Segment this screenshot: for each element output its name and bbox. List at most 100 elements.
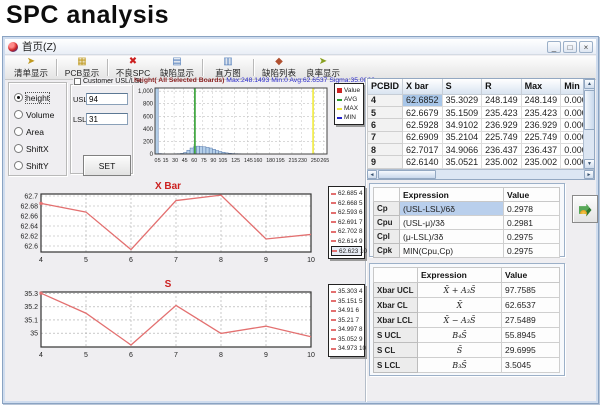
horizontal-scroll-thumb[interactable] xyxy=(378,170,436,179)
pcb-cell[interactable]: 235.423 xyxy=(521,106,561,118)
horizontal-scrollbar[interactable]: ◄ ► xyxy=(367,169,594,179)
pcb-header-pcbid[interactable]: PCBID xyxy=(368,79,403,94)
expr-value[interactable]: 3.5045 xyxy=(502,358,560,373)
pcb-cell[interactable]: 0.0000 xyxy=(561,106,583,118)
expr-formula[interactable]: (USL-μ)/3δ xyxy=(400,216,504,230)
legend-entry[interactable]: 34.973 10 xyxy=(331,344,362,354)
restore-button[interactable]: □ xyxy=(563,41,577,53)
expr-value[interactable]: 0.2975 xyxy=(504,230,560,244)
expr-value[interactable]: 0.2978 xyxy=(504,202,560,216)
pcb-cell[interactable]: 62.6140 xyxy=(403,156,443,168)
scroll-right-icon[interactable]: ► xyxy=(584,170,594,179)
scroll-left-icon[interactable]: ◄ xyxy=(367,170,377,179)
legend-entry[interactable]: 62.623 10 xyxy=(331,246,362,256)
expr-row-name[interactable]: Cpu xyxy=(374,216,400,230)
expr-formula[interactable]: MIN(Cpu,Cp) xyxy=(400,244,504,258)
vertical-scroll-thumb[interactable] xyxy=(584,90,595,130)
expr-formula[interactable]: X̄ − A₃S̄ xyxy=(418,313,502,328)
legend-entry[interactable]: 35.052 9 xyxy=(331,335,362,345)
expr-row-name[interactable]: S CL xyxy=(374,343,418,358)
pcb-cell[interactable]: 8 xyxy=(368,144,403,156)
toolbar-button-3[interactable]: ✖不良SPC xyxy=(111,56,155,79)
toolbar-button-4[interactable]: ▤缺陷显示 xyxy=(155,56,199,79)
minimize-button[interactable]: _ xyxy=(547,41,561,53)
pcb-cell[interactable]: 9 xyxy=(368,156,403,168)
expr-value[interactable]: 0.2975 xyxy=(504,244,560,258)
expr-row-name[interactable]: S LCL xyxy=(374,358,418,373)
pcb-cell[interactable]: 0.0000 xyxy=(561,144,583,156)
lsl-input[interactable] xyxy=(86,113,128,125)
expr-row-name[interactable]: Xbar UCL xyxy=(374,283,418,298)
pcb-cell[interactable]: 235.002 xyxy=(482,156,522,168)
pcb-cell[interactable]: 236.437 xyxy=(521,144,561,156)
legend-entry[interactable]: 34.997 8 xyxy=(331,325,362,335)
pcb-cell[interactable]: 248.149 xyxy=(482,94,522,106)
radio-icon[interactable] xyxy=(14,161,23,170)
pcb-cell[interactable]: 225.749 xyxy=(482,131,522,143)
radio-shifty[interactable]: ShiftY xyxy=(14,157,66,174)
pcb-cell[interactable]: 235.002 xyxy=(521,156,561,168)
expr-formula[interactable]: S̄ xyxy=(418,343,502,358)
pcb-cell[interactable]: 35.2104 xyxy=(442,131,482,143)
pcb-header-r[interactable]: R xyxy=(482,79,522,94)
pcb-cell[interactable]: 0.0000 xyxy=(561,131,583,143)
pcb-header-x-bar[interactable]: X bar xyxy=(403,79,443,94)
pcb-cell[interactable]: 225.749 xyxy=(521,131,561,143)
toolbar-button-2[interactable]: ▦PCB显示 xyxy=(60,56,104,79)
legend-entry[interactable]: 62.691 7 xyxy=(331,218,362,228)
pcb-cell[interactable]: 62.6679 xyxy=(403,106,443,118)
radio-volume[interactable]: Volume xyxy=(14,106,66,123)
pcb-cell[interactable]: 6 xyxy=(368,119,403,131)
legend-entry[interactable]: 35.151 5 xyxy=(331,297,362,307)
expr-value[interactable]: 62.6537 xyxy=(502,298,560,313)
close-button[interactable]: × xyxy=(579,41,593,53)
pcb-cell[interactable]: 0.0000 xyxy=(561,94,583,106)
expr-row-name[interactable]: Cp xyxy=(374,202,400,216)
pcb-cell[interactable]: 62.6909 xyxy=(403,131,443,143)
export-button[interactable] xyxy=(572,195,598,223)
legend-entry[interactable]: 35.303 4 xyxy=(331,287,362,297)
pcb-cell[interactable]: 236.929 xyxy=(521,119,561,131)
expr-value[interactable]: 97.7585 xyxy=(502,283,560,298)
expr-formula[interactable]: (USL-LSL)/6δ xyxy=(400,202,504,216)
legend-entry[interactable]: 62.668 5 xyxy=(331,199,362,209)
expr-formula[interactable]: X̄ + A₃S̄ xyxy=(418,283,502,298)
vertical-scrollbar[interactable]: ▲ ▼ xyxy=(583,79,594,169)
checkbox-icon[interactable] xyxy=(74,78,81,85)
toolbar-button-6[interactable]: ◆缺陷列表 xyxy=(257,56,301,79)
radio-icon[interactable] xyxy=(14,110,23,119)
pcb-cell[interactable]: 236.929 xyxy=(482,119,522,131)
usl-input[interactable] xyxy=(86,93,128,105)
expr-formula[interactable]: B₄S̄ xyxy=(418,328,502,343)
expr-value[interactable]: 0.2981 xyxy=(504,216,560,230)
toolbar-button-7[interactable]: ➤良率显示 xyxy=(301,56,345,79)
pcb-cell[interactable]: 7 xyxy=(368,131,403,143)
set-button[interactable]: SET xyxy=(83,155,131,176)
toolbar-button-1[interactable]: ➤清单显示 xyxy=(9,56,53,79)
expr-formula[interactable]: X̄ xyxy=(418,298,502,313)
expr-row-name[interactable]: S UCL xyxy=(374,328,418,343)
radio-icon[interactable] xyxy=(14,144,23,153)
radio-height[interactable]: height xyxy=(14,89,66,106)
menu-home[interactable]: 首页(Z) xyxy=(22,39,56,54)
pcb-cell[interactable]: 236.437 xyxy=(482,144,522,156)
expr-value[interactable]: 55.8945 xyxy=(502,328,560,343)
expr-value[interactable]: 29.6995 xyxy=(502,343,560,358)
pcb-cell[interactable]: 0.0000 xyxy=(561,156,583,168)
expr-row-name[interactable]: Xbar LCL xyxy=(374,313,418,328)
pcb-cell[interactable]: 35.1509 xyxy=(442,106,482,118)
legend-entry[interactable]: 62.702 8 xyxy=(331,227,362,237)
pcb-cell[interactable]: 62.7017 xyxy=(403,144,443,156)
expr-formula[interactable]: (μ-LSL)/3δ xyxy=(400,230,504,244)
pcb-header-max[interactable]: Max xyxy=(521,79,561,94)
radio-area[interactable]: Area xyxy=(14,123,66,140)
legend-entry[interactable]: 62.614 9 xyxy=(331,237,362,247)
pcb-cell[interactable]: 35.3029 xyxy=(442,94,482,106)
pcb-cell[interactable]: 35.0521 xyxy=(442,156,482,168)
scroll-up-icon[interactable]: ▲ xyxy=(584,79,595,89)
pcb-header-s[interactable]: S xyxy=(442,79,482,94)
legend-entry[interactable]: 35.21 7 xyxy=(331,316,362,326)
pcb-cell[interactable]: 62.6852 xyxy=(403,94,443,106)
expr-row-name[interactable]: Cpl xyxy=(374,230,400,244)
radio-icon[interactable] xyxy=(14,93,23,102)
